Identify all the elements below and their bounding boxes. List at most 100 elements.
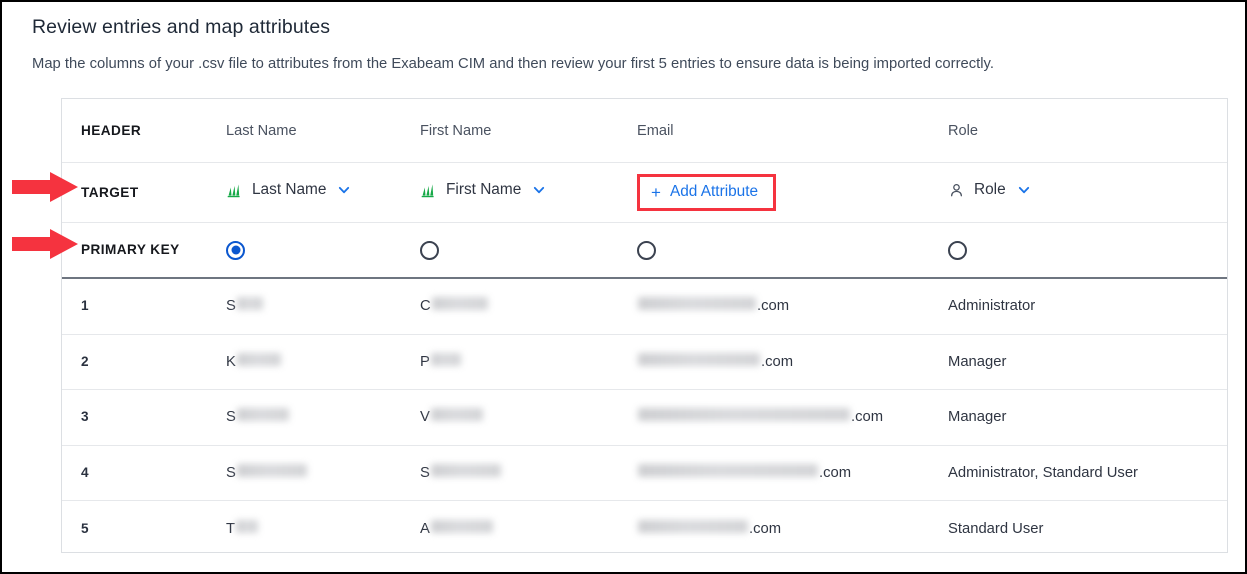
primary-key-radio-last-name[interactable] bbox=[226, 240, 245, 260]
table-row: 3 S V .com Manager bbox=[62, 390, 1227, 446]
header-cell-email: Email bbox=[637, 122, 948, 140]
entry-role: Administrator, Standard User bbox=[948, 464, 1138, 481]
redacted-text bbox=[236, 408, 289, 422]
redacted-text bbox=[430, 408, 483, 422]
entry-email-cell: .com bbox=[637, 297, 948, 315]
column-chart-icon bbox=[227, 184, 240, 197]
header-text-email: Email bbox=[637, 122, 674, 139]
row-label-primary-key-cell: PRIMARY KEY bbox=[62, 241, 226, 259]
entry-role: Standard User bbox=[948, 520, 1044, 537]
entry-last-name-cell: K bbox=[226, 352, 420, 371]
target-cell-first-name: First Name bbox=[420, 181, 637, 204]
entry-last-name: T bbox=[226, 519, 259, 537]
entry-last-name-cell: S bbox=[226, 463, 420, 482]
entry-index: 1 bbox=[81, 298, 89, 314]
entry-first-name-cell: A bbox=[420, 519, 637, 538]
entry-last-name-cell: S bbox=[226, 297, 420, 315]
attribute-label-role: Role bbox=[974, 181, 1006, 199]
add-attribute-button[interactable]: + Add Attribute bbox=[637, 174, 777, 211]
table-row-target: TARGET Last Name First Name + Add Attrib… bbox=[62, 163, 1227, 223]
entry-first-name: V bbox=[420, 408, 484, 425]
entry-email-cell: .com bbox=[637, 408, 948, 426]
entry-email: .com bbox=[637, 408, 883, 425]
entry-email-cell: .com bbox=[637, 519, 948, 538]
entry-role: Manager bbox=[948, 409, 1007, 426]
entry-first-name-initial: V bbox=[420, 409, 430, 426]
redacted-text bbox=[236, 352, 281, 366]
redacted-text bbox=[236, 463, 307, 477]
plus-icon: + bbox=[651, 182, 661, 202]
entry-index-cell: 5 bbox=[62, 520, 226, 538]
attribute-select-first-name[interactable]: First Name bbox=[420, 181, 546, 199]
chevron-down-icon[interactable] bbox=[532, 183, 546, 197]
entry-email-suffix: .com bbox=[757, 298, 790, 315]
entry-last-name: K bbox=[226, 352, 282, 370]
primary-key-radio-email[interactable] bbox=[637, 240, 656, 260]
entry-first-name-initial: P bbox=[420, 353, 430, 370]
entry-first-name-cell: S bbox=[420, 463, 637, 482]
entry-last-name-initial: S bbox=[226, 409, 236, 426]
table-body: 1 S C .com Administrator 2 K P .com Manager 3 S V .co… bbox=[62, 279, 1227, 557]
entry-role-cell: Administrator, Standard User bbox=[948, 464, 1227, 482]
entry-index: 4 bbox=[81, 464, 89, 480]
redacted-text bbox=[638, 408, 850, 422]
chevron-down-icon[interactable] bbox=[337, 183, 351, 197]
table-row: 4 S S .com Administrator, Standard User bbox=[62, 446, 1227, 501]
csv-mapping-panel: Review entries and map attributes Map th… bbox=[0, 0, 1247, 574]
add-attribute-label: Add Attribute bbox=[669, 183, 759, 200]
entry-role-cell: Manager bbox=[948, 408, 1227, 426]
redacted-text bbox=[431, 297, 488, 311]
entry-first-name-cell: C bbox=[420, 297, 637, 315]
redacted-text bbox=[638, 463, 818, 477]
header-text-last-name: Last Name bbox=[226, 122, 297, 139]
redacted-text bbox=[638, 297, 756, 311]
entry-last-name-cell: S bbox=[226, 408, 420, 426]
redacted-text bbox=[236, 297, 263, 311]
entry-first-name-cell: P bbox=[420, 352, 637, 371]
row-label-header-cell: HEADER bbox=[62, 122, 226, 140]
entry-index-cell: 4 bbox=[62, 464, 226, 482]
primary-key-cell-email bbox=[637, 240, 948, 260]
attribute-select-role[interactable]: Role bbox=[948, 181, 1031, 199]
entry-email-suffix: .com bbox=[851, 409, 884, 426]
add-attribute-highlight-box: + Add Attribute bbox=[637, 174, 777, 211]
column-chart-icon bbox=[421, 184, 434, 197]
entry-first-name-cell: V bbox=[420, 408, 637, 426]
redacted-text bbox=[430, 352, 461, 366]
target-cell-role: Role bbox=[948, 181, 1227, 204]
row-label-target: TARGET bbox=[81, 184, 139, 200]
entry-role-cell: Manager bbox=[948, 353, 1227, 371]
primary-key-cell-last-name bbox=[226, 240, 420, 260]
row-label-primary-key: PRIMARY KEY bbox=[81, 242, 180, 257]
table-row: 5 T A .com Standard User bbox=[62, 501, 1227, 557]
entry-first-name: A bbox=[420, 519, 494, 537]
page-title: Review entries and map attributes bbox=[32, 16, 331, 38]
redacted-text bbox=[430, 463, 501, 477]
primary-key-radio-first-name[interactable] bbox=[420, 240, 439, 260]
entry-last-name-cell: T bbox=[226, 519, 420, 538]
redacted-text bbox=[638, 352, 760, 366]
entry-email-suffix: .com bbox=[819, 464, 852, 481]
attribute-select-last-name[interactable]: Last Name bbox=[226, 181, 351, 199]
entry-last-name: S bbox=[226, 463, 308, 481]
entry-last-name: S bbox=[226, 408, 290, 425]
entry-first-name-initial: C bbox=[420, 298, 431, 315]
mapping-table: HEADER Last Name First Name Email Role T… bbox=[61, 98, 1228, 553]
entry-role-cell: Standard User bbox=[948, 520, 1227, 538]
target-cell-email: + Add Attribute bbox=[637, 174, 948, 211]
entry-last-name-initial: T bbox=[226, 520, 236, 537]
entry-email-suffix: .com bbox=[749, 520, 782, 537]
chevron-down-icon[interactable] bbox=[1017, 183, 1031, 197]
entry-index: 3 bbox=[81, 409, 89, 425]
entry-index-cell: 3 bbox=[62, 408, 226, 426]
entry-email-suffix: .com bbox=[761, 353, 794, 370]
entry-role-cell: Administrator bbox=[948, 297, 1227, 315]
table-row-header: HEADER Last Name First Name Email Role bbox=[62, 99, 1227, 163]
primary-key-radio-role[interactable] bbox=[948, 240, 967, 260]
table-row: 2 K P .com Manager bbox=[62, 335, 1227, 390]
entry-first-name: S bbox=[420, 463, 502, 481]
page-description: Map the columns of your .csv file to att… bbox=[32, 56, 994, 72]
entry-index-cell: 1 bbox=[62, 297, 226, 315]
header-cell-last-name: Last Name bbox=[226, 122, 420, 140]
entry-email: .com bbox=[637, 463, 852, 481]
